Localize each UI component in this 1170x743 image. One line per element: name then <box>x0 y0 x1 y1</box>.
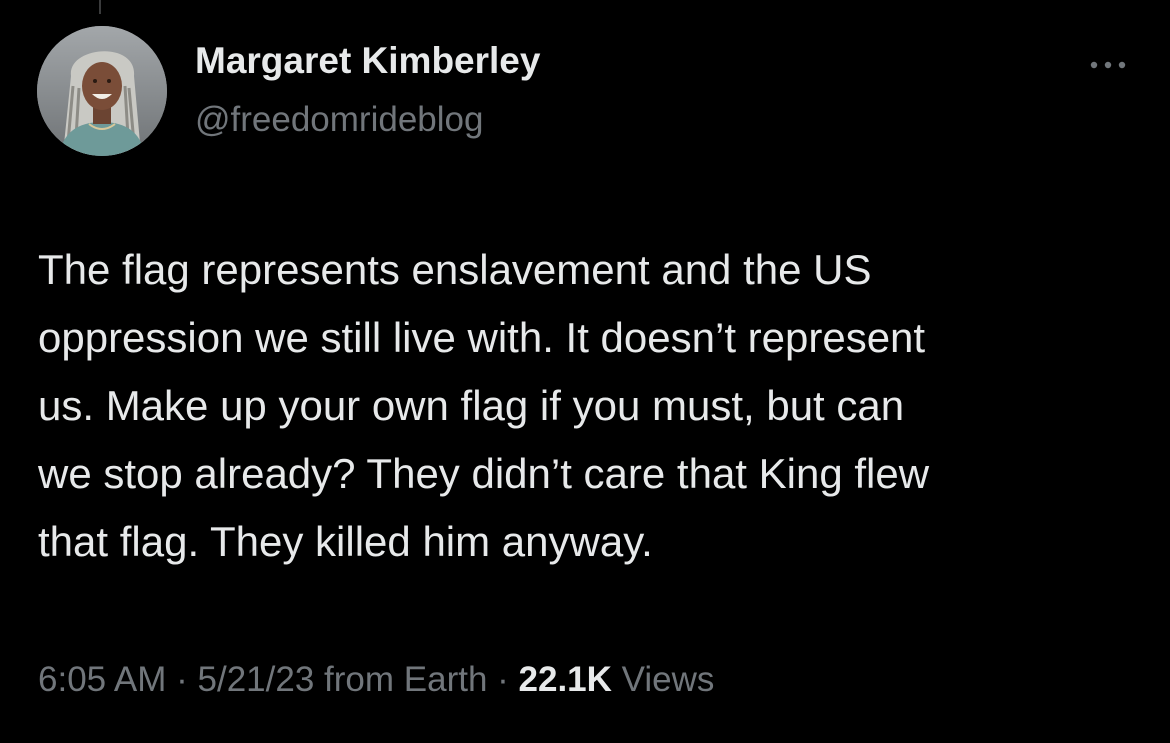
tweet-time[interactable]: 6:05 AM <box>38 660 166 699</box>
meta-separator: · <box>487 660 519 699</box>
avatar[interactable] <box>37 26 167 156</box>
tweet-date[interactable]: 5/21/23 <box>198 660 315 699</box>
thread-connector-line <box>99 0 101 14</box>
views-count[interactable]: 22.1K <box>519 660 612 699</box>
author-handle[interactable]: @freedomrideblog <box>195 102 483 137</box>
author-name[interactable]: Margaret Kimberley <box>195 42 540 79</box>
more-horizontal-icon <box>1090 61 1126 69</box>
tweet-metadata: 6:05 AM · 5/21/23 from Earth · 22.1K Vie… <box>38 662 714 697</box>
tweet-text: The flag represents enslavement and the … <box>38 246 930 565</box>
avatar-portrait-icon <box>37 26 167 156</box>
tweet-source: from Earth <box>314 660 488 699</box>
views-label: Views <box>611 660 715 699</box>
meta-separator: · <box>166 660 198 699</box>
more-options-button[interactable] <box>1084 52 1132 78</box>
